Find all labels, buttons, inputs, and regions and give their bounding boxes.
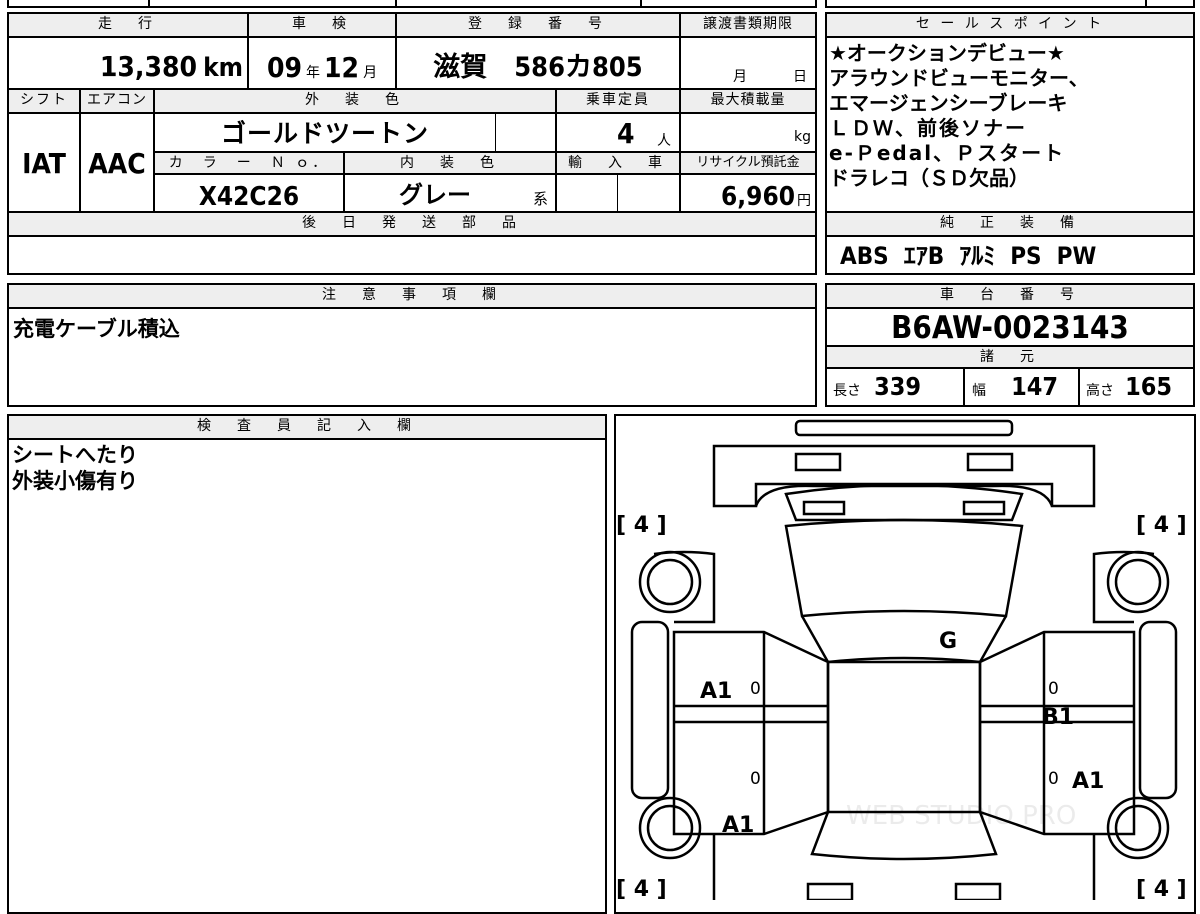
recycle-header: リサイクル預託金 [681,153,815,173]
tire-front-left: [ 4 ] [616,513,667,538]
spec-length-value: 339 [874,372,922,401]
notes-header: 注 意 事 項 欄 [9,285,815,307]
ext-color-header: 外 装 色 [155,90,555,112]
shaken-year: 09 [266,51,302,84]
max-load-header: 最大積載量 [681,90,815,112]
spec-length-label: 長さ [833,383,861,399]
sales-points-header: セ ー ル ス ポ イ ン ト [827,14,1193,36]
damage-mark-windshield: G [939,629,957,654]
later-parts-header: 後 日 発 送 部 品 [9,213,815,235]
shaken-cell: 09 年 12 月 [249,38,395,88]
deadline-month: 月 [733,69,747,85]
capacity-header: 乗車定員 [557,90,679,112]
capacity-cell: 4 人 [557,114,679,151]
shaken-month-unit: 月 [363,65,378,81]
std-equipment-value: ABS ｴｱB ｱﾙﾐ PS PW [840,242,1097,270]
sales-point: ★オークションデビュー★ [829,41,1065,65]
spec-length: 長さ 339 [833,372,961,402]
notes-text: 充電ケーブル積込 [13,317,180,341]
inspector-line: 外装小傷有り [12,469,138,493]
capacity-value: 4 [617,117,635,150]
chassis-number: B6AW-0023143 [891,310,1129,346]
top-partial-strip [7,0,817,8]
color-no-header: カ ラ ー Ｎ ｏ． [155,153,343,173]
zero-mark: 0 [1048,679,1059,699]
aircon-value: AAC [88,147,146,180]
zero-mark: 0 [750,769,761,789]
import-header: 輸 入 車 [557,153,679,173]
inspector-header: 検 査 員 記 入 欄 [9,416,605,438]
mileage-value: 13,380 [99,50,198,83]
aircon-header: エアコン [81,90,153,112]
color-no-value: X42C26 [198,182,300,212]
damage-mark-left-front-door: A1 [700,679,732,704]
tire-front-right: [ 4 ] [1136,513,1187,538]
spec-height: 高さ 165 [1086,372,1194,402]
recycle-fee: 6,960 [721,182,795,212]
sales-point: エマージェンシーブレーキ [829,91,1068,115]
tire-rear-left: [ 4 ] [616,877,667,900]
shift-value: IAT [22,147,66,180]
zero-mark: 0 [1048,769,1059,789]
zero-mark: 0 [750,679,761,699]
damage-mark-right-rear: A1 [1072,769,1104,794]
recycle-cell: 6,960 円 [681,175,815,212]
sales-points-list: ★オークションデビュー★ アラウンドビューモニター、 エマージェンシーブレーキ … [829,41,1193,191]
spec-width: 幅 147 [972,372,1076,402]
watermark: WEB STUDIO PRO [846,801,1076,831]
car-damage-diagram: [ 4 ] [ 4 ] [ 4 ] [ 4 ] G A1 B1 A1 A1 0 … [616,419,1187,900]
top-partial-strip-right [825,0,1195,8]
reg-no-header: 登 録 番 号 [397,14,679,36]
capacity-unit: 人 [657,133,671,149]
mileage-cell: 13,380 km [9,38,247,88]
shaken-year-unit: 年 [306,65,320,81]
damage-mark-left-rear: A1 [722,813,754,838]
recycle-unit: 円 [797,193,811,209]
shaken-header: 車 検 [249,14,395,36]
spec-height-label: 高さ [1086,383,1114,399]
spec-height-value: 165 [1125,372,1173,401]
sales-point: e-Ｐedal、Ｐスタート [829,141,1066,165]
int-color-value: グレー [399,181,471,209]
int-color-header: 内 装 色 [345,153,555,173]
int-color-suffix: 系 [533,190,549,208]
max-load-unit: kg [794,129,811,145]
std-equipment-header: 純 正 装 備 [827,213,1193,235]
later-parts-body [9,237,815,273]
mileage-header: 走 行 [9,14,247,36]
deadline-header: 譲渡書類期限 [681,14,815,36]
sales-point: ＬＤＷ、前後ソナー [829,116,1027,140]
registration-number: 滋賀 586カ805 [433,52,643,83]
tire-rear-right: [ 4 ] [1136,877,1187,900]
spec-width-label: 幅 [972,383,986,399]
ext-color-value: ゴールドツートン [220,119,429,148]
deadline-day: 日 [793,69,807,85]
sales-point: ドラレコ（ＳＤ欠品） [829,166,1029,190]
mileage-unit: km [203,53,243,83]
damage-mark-right-side: B1 [1042,705,1074,730]
inspector-notes: シートへたり 外装小傷有り [12,442,138,494]
deadline-cell: 月 日 [681,38,815,88]
chassis-header: 車 台 番 号 [827,285,1193,307]
specs-header: 諸 元 [827,347,1193,367]
shaken-month: 12 [324,51,360,84]
shift-header: シフト [9,90,79,112]
sales-point: アラウンドビューモニター、 [829,66,1089,90]
inspector-line: シートへたり [12,443,138,467]
spec-width-value: 147 [1011,372,1059,401]
